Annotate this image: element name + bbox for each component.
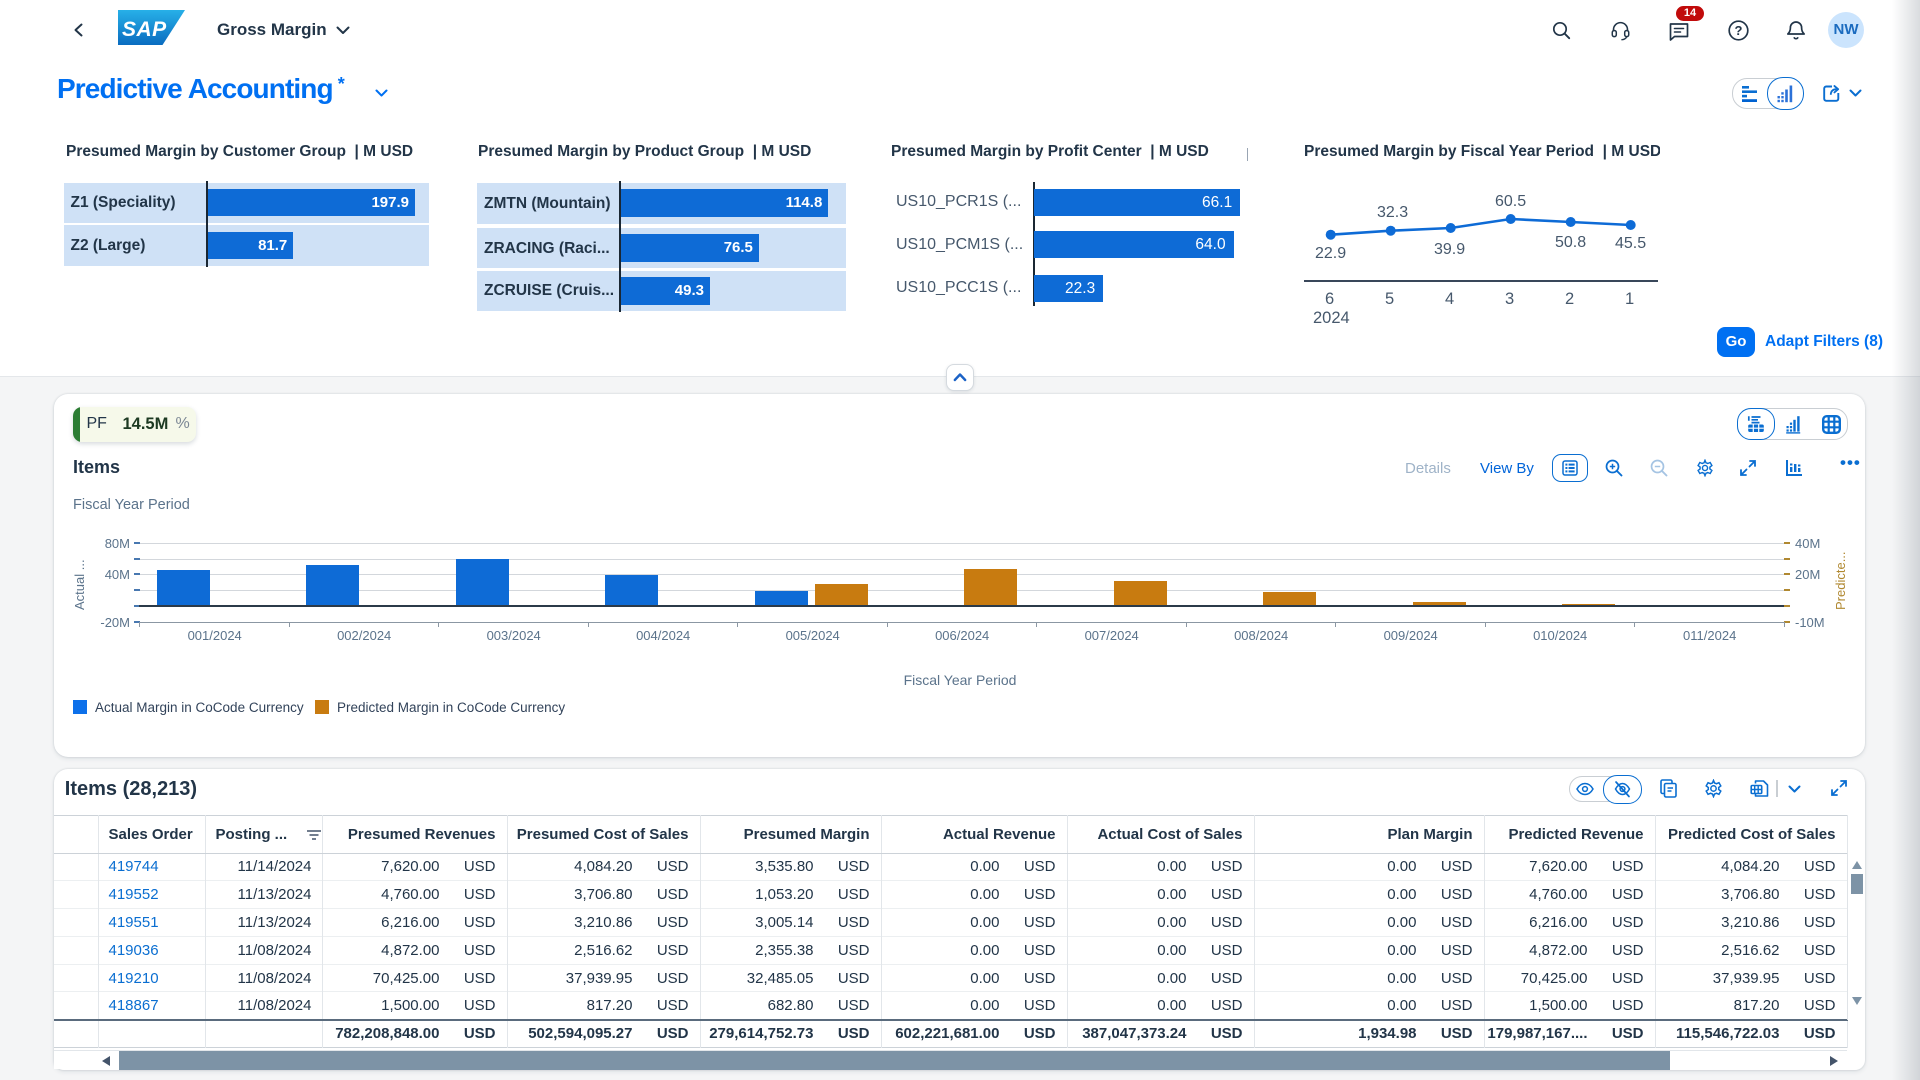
svg-text:?: ? [1735,23,1743,38]
svg-text:SAP: SAP [122,18,167,41]
